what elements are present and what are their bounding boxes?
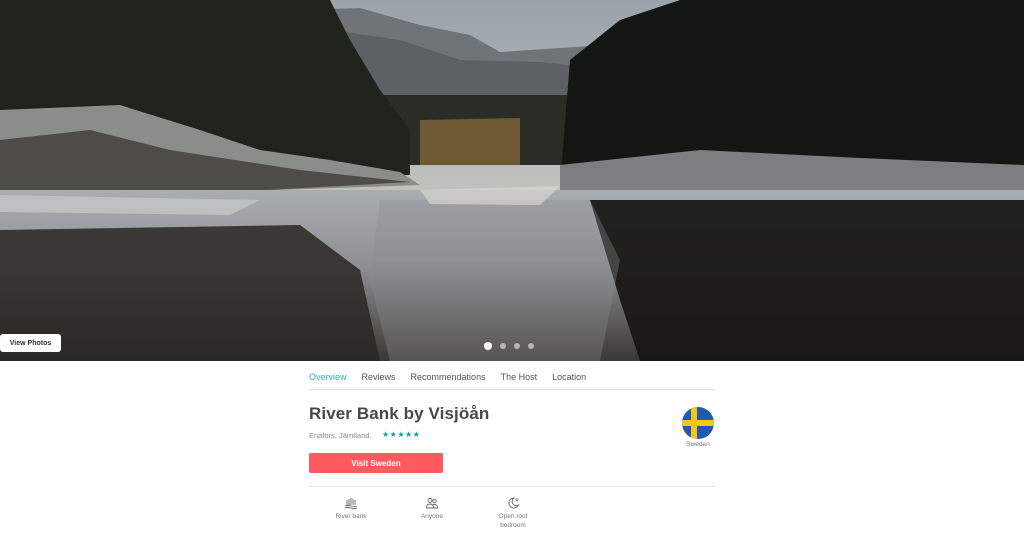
river-bank-icon <box>344 498 358 509</box>
feature-label: Open roof bedroom <box>498 513 528 529</box>
tab-overview[interactable]: Overview <box>309 370 347 389</box>
rating-stars: ★★★★★ <box>382 430 421 439</box>
carousel-dot[interactable] <box>484 342 492 350</box>
visit-sweden-button[interactable]: Visit Sweden <box>309 453 443 473</box>
feature-open-roof-bedroom: Open roof bedroom <box>483 496 543 530</box>
divider <box>309 486 715 487</box>
feature-label: Anyone <box>420 513 444 520</box>
listing-location: Enafors, Jämtland. <box>309 431 372 440</box>
tab-recommendations[interactable]: Recommendations <box>411 370 486 389</box>
moon-star-icon <box>508 497 520 509</box>
listing-title: River Bank by Visjöån <box>309 404 490 423</box>
hero-landscape-image <box>0 0 1024 361</box>
hero-photo[interactable]: View Photos <box>0 0 1024 361</box>
tab-the-host[interactable]: The Host <box>501 370 538 389</box>
people-icon <box>426 498 438 509</box>
feature-anyone: Anyone <box>402 496 462 521</box>
feature-label: River bank <box>335 513 367 520</box>
tab-location[interactable]: Location <box>552 370 586 389</box>
carousel-dot[interactable] <box>514 343 520 349</box>
feature-river-bank: River bank <box>321 496 381 521</box>
tab-reviews[interactable]: Reviews <box>362 370 396 389</box>
carousel-dot[interactable] <box>500 343 506 349</box>
country-label: Sweden <box>686 441 710 448</box>
carousel-dots <box>484 342 534 350</box>
view-photos-button[interactable]: View Photos <box>0 334 61 352</box>
section-tabs: Overview Reviews Recommendations The Hos… <box>309 370 715 390</box>
sweden-flag-icon <box>682 407 714 439</box>
carousel-dot[interactable] <box>528 343 534 349</box>
